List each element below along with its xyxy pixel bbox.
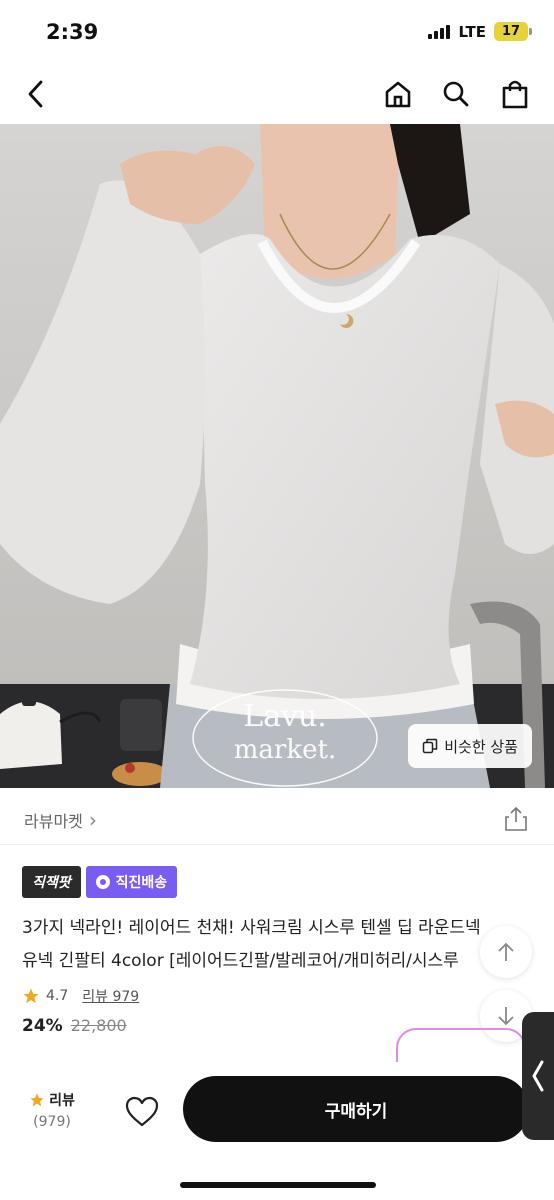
product-image[interactable]: Lavu. market. 비슷한 상품 [0, 124, 554, 788]
shop-link[interactable]: 라뷰마켓 › [24, 808, 97, 832]
product-photo: Lavu. market. [0, 124, 554, 788]
shopping-bag-icon [502, 80, 528, 109]
share-icon[interactable] [504, 806, 528, 832]
search-button[interactable] [440, 78, 472, 110]
arrow-up-icon [498, 942, 514, 961]
product-title: 3가지 넥라인! 레이어드 천채! 사워크림 시스루 텐셀 딥 라운드넥 유넥 … [22, 912, 520, 978]
chevron-left-icon [28, 80, 43, 108]
star-icon [23, 988, 39, 1004]
status-indicators: LTE 17 [428, 22, 532, 41]
bottom-action-bar: 리뷰 (979) 구매하기 [0, 1062, 554, 1200]
battery-icon: 17 [494, 22, 532, 41]
review-button[interactable]: 리뷰 (979) [24, 1090, 80, 1130]
shop-name: 라뷰마켓 [24, 812, 83, 831]
network-label: LTE [458, 22, 486, 41]
side-panel-tab[interactable] [522, 1012, 554, 1140]
review-count-link[interactable]: 리뷰 979 [82, 986, 139, 1006]
signal-icon [428, 24, 451, 39]
back-button[interactable] [20, 78, 52, 110]
buy-button[interactable]: 구매하기 [183, 1076, 529, 1142]
divider [0, 844, 554, 845]
direct-delivery-badge: 직진배송 [85, 866, 178, 898]
star-icon [30, 1093, 44, 1107]
home-button[interactable] [382, 78, 414, 110]
home-indicator [180, 1182, 376, 1188]
cart-button[interactable] [499, 78, 531, 110]
home-icon [385, 81, 411, 108]
price-row: 24% 22,800 [22, 1016, 127, 1036]
product-title-line2: 유넥 긴팔티 4color [레이어드긴팔/발레코어/개미허리/시스루 [22, 951, 459, 971]
similar-products-label: 비슷한 상품 [444, 737, 518, 756]
copy-icon [422, 738, 438, 754]
similar-products-button[interactable]: 비슷한 상품 [408, 724, 532, 768]
badge-row: 직잭팟 직진배송 [22, 866, 178, 898]
nav-bar [0, 64, 554, 124]
review-count: (979) [33, 1114, 71, 1130]
status-time: 2:39 [46, 20, 99, 44]
watermark-line1: Lavu. [243, 699, 327, 734]
arrow-down-icon [498, 1007, 514, 1026]
original-price: 22,800 [70, 1016, 127, 1035]
scroll-up-button[interactable] [480, 926, 532, 978]
direct-delivery-label: 직진배송 [115, 875, 168, 891]
battery-level: 17 [501, 24, 521, 39]
heart-icon[interactable] [124, 1094, 160, 1130]
jackpot-badge: 직잭팟 [22, 866, 81, 898]
status-bar: 2:39 LTE 17 [0, 0, 554, 64]
discount-rate: 24% [22, 1016, 63, 1036]
review-label: 리뷰 [49, 1093, 75, 1109]
chevron-left-icon [532, 1060, 544, 1092]
product-title-line1: 3가지 넥라인! 레이어드 천채! 사워크림 시스루 텐셀 딥 라운드넥 [22, 918, 481, 938]
rating-row: 4.7 리뷰 979 [22, 986, 139, 1006]
shop-row: 라뷰마켓 › [0, 796, 554, 842]
rating-value: 4.7 [46, 988, 69, 1004]
chevron-right-icon: › [88, 808, 97, 832]
search-icon [443, 81, 469, 107]
delivery-icon [95, 875, 110, 889]
watermark-line2: market. [234, 735, 336, 765]
